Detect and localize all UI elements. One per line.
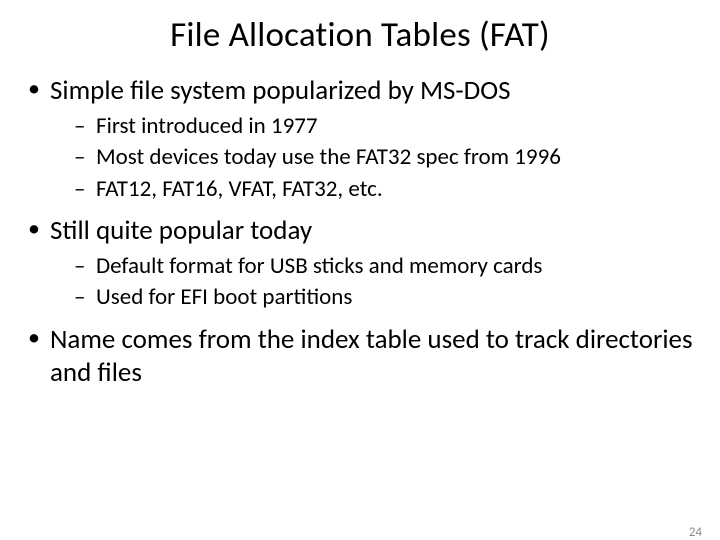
sub-bullet-list: First introduced in 1977 Most devices to… (50, 112, 698, 204)
slide-content: Simple file system popularized by MS-DOS… (0, 74, 720, 390)
bullet-list: Simple file system popularized by MS-DOS… (22, 74, 698, 390)
sub-bullet-list: Default format for USB sticks and memory… (50, 252, 698, 313)
bullet-text: Name comes from the index table used to … (50, 323, 693, 390)
bullet-item: Name comes from the index table used to … (22, 323, 698, 391)
sub-bullet-item: Used for EFI boot partitions (74, 283, 698, 312)
sub-bullet-text: FAT12, FAT16, VFAT, FAT32, etc. (96, 175, 383, 203)
slide-title: File Allocation Tables (FAT) (0, 14, 720, 56)
bullet-text: Simple file system popularized by MS-DOS (50, 74, 511, 107)
sub-bullet-item: First introduced in 1977 (74, 112, 698, 141)
bullet-text: Still quite popular today (50, 214, 312, 247)
sub-bullet-text: First introduced in 1977 (96, 112, 318, 140)
sub-bullet-text: Used for EFI boot partitions (96, 283, 352, 311)
bullet-item: Simple file system popularized by MS-DOS… (22, 74, 698, 204)
bullet-item: Still quite popular today Default format… (22, 214, 698, 313)
sub-bullet-item: FAT12, FAT16, VFAT, FAT32, etc. (74, 175, 698, 204)
sub-bullet-item: Default format for USB sticks and memory… (74, 252, 698, 281)
sub-bullet-text: Default format for USB sticks and memory… (96, 252, 542, 280)
slide: File Allocation Tables (FAT) Simple file… (0, 14, 720, 540)
sub-bullet-text: Most devices today use the FAT32 spec fr… (96, 143, 561, 171)
sub-bullet-item: Most devices today use the FAT32 spec fr… (74, 143, 698, 172)
page-number: 24 (689, 525, 702, 540)
